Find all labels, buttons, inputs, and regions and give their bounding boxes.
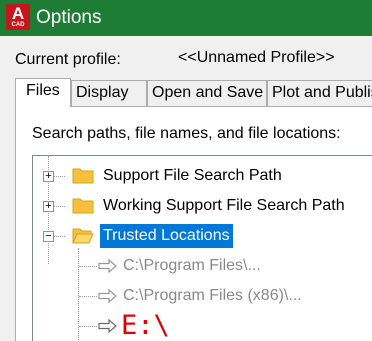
trusted-location-path-highlighted: E:\ bbox=[121, 310, 170, 341]
tree-line bbox=[79, 326, 97, 327]
expand-icon[interactable]: + bbox=[43, 171, 54, 182]
app-icon-subtext: CAD bbox=[11, 22, 25, 28]
trusted-location-path: C:\Program Files (x86)\... bbox=[123, 287, 302, 304]
title-bar: A CAD Options bbox=[0, 0, 372, 36]
expand-icon[interactable]: + bbox=[43, 201, 54, 212]
files-tab-panel: Search paths, file names, and file locat… bbox=[15, 106, 372, 341]
autocad-app-icon: A CAD bbox=[6, 4, 30, 30]
trusted-location-path: C:\Program Files\... bbox=[123, 257, 261, 274]
tree-item-support-file-search-path[interactable]: + Support File Search Path bbox=[33, 161, 372, 191]
trusted-location-item[interactable]: C:\Program Files (x86)\... bbox=[33, 281, 372, 311]
path-arrow-icon bbox=[98, 259, 117, 273]
app-icon-letter: A bbox=[11, 4, 25, 23]
tree-item-working-support-file-search-path[interactable]: + Working Support File Search Path bbox=[33, 191, 372, 221]
window-title: Options bbox=[36, 7, 102, 28]
path-arrow-icon bbox=[98, 319, 117, 333]
tree-item-label: Trusted Locations bbox=[100, 224, 233, 248]
search-paths-caption: Search paths, file names, and file locat… bbox=[32, 125, 341, 142]
current-profile-value: <<Unnamed Profile>> bbox=[178, 49, 335, 66]
options-tabs: Files Display Open and Save Plot and Pub… bbox=[15, 78, 372, 107]
tree-item-label: Support File Search Path bbox=[103, 167, 282, 184]
folder-icon bbox=[72, 168, 94, 184]
file-locations-tree[interactable]: + Support File Search Path + Working Sup… bbox=[32, 155, 372, 341]
tab-open-and-save[interactable]: Open and Save bbox=[147, 80, 267, 106]
collapse-icon[interactable]: − bbox=[43, 231, 54, 242]
tab-plot-and-publish[interactable]: Plot and Publish bbox=[267, 80, 372, 106]
tab-files[interactable]: Files bbox=[15, 78, 71, 107]
trusted-location-item[interactable]: E:\ bbox=[33, 311, 372, 341]
tree-line bbox=[79, 266, 97, 267]
tree-item-label: Working Support File Search Path bbox=[103, 197, 345, 214]
tree-item-trusted-locations[interactable]: − Trusted Locations bbox=[33, 221, 372, 251]
trusted-location-item[interactable]: C:\Program Files\... bbox=[33, 251, 372, 281]
path-arrow-icon bbox=[98, 289, 117, 303]
tree-line bbox=[79, 296, 97, 297]
tab-display[interactable]: Display bbox=[71, 80, 147, 106]
open-folder-icon bbox=[72, 228, 94, 244]
folder-icon bbox=[72, 198, 94, 214]
current-profile-label: Current profile: bbox=[15, 51, 121, 68]
